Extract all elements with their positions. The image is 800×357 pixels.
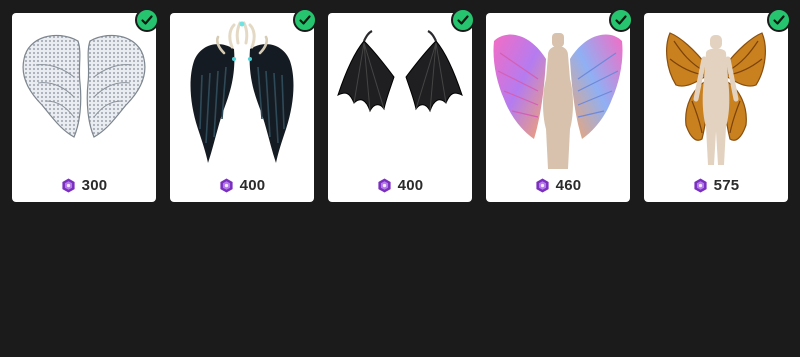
- checkmark-icon: [615, 15, 627, 25]
- price-tag: 575: [644, 177, 788, 194]
- price-value: 575: [713, 177, 740, 194]
- gem-currency-icon: [536, 178, 549, 193]
- item-card-rainbow-wings[interactable]: 460: [486, 8, 633, 202]
- item-grid: 300 400 400 460 575: [12, 8, 791, 202]
- item-card-angel-wings[interactable]: 300: [12, 8, 159, 202]
- owned-check-badge: [451, 8, 475, 32]
- wing-store-screen: 300 400 400 460 575: [0, 0, 800, 357]
- gem-currency-icon: [378, 178, 391, 193]
- price-tag: 460: [486, 177, 630, 194]
- checkmark-icon: [457, 15, 469, 25]
- price-value: 400: [397, 177, 424, 194]
- gem-currency-icon: [694, 178, 707, 193]
- price-tag: 400: [328, 177, 472, 194]
- item-card-dark-feather-wings[interactable]: 400: [170, 8, 317, 202]
- bat-wings-icon: [337, 30, 463, 113]
- price-tag: 300: [12, 177, 156, 194]
- item-card-bat-wings[interactable]: 400: [328, 8, 475, 202]
- dark-feather-wings-icon: [190, 21, 294, 163]
- gem-currency-icon: [62, 178, 75, 193]
- checkmark-icon: [141, 15, 153, 25]
- owned-check-badge: [609, 8, 633, 32]
- item-card-butterfly-wings[interactable]: 575: [644, 8, 791, 202]
- angel-wings-icon: [22, 34, 146, 138]
- gem-currency-icon: [220, 178, 233, 193]
- checkmark-icon: [299, 15, 311, 25]
- owned-check-badge: [767, 8, 791, 32]
- butterfly-wings-icon: [666, 32, 766, 165]
- price-value: 400: [239, 177, 266, 194]
- owned-check-badge: [135, 8, 159, 32]
- price-value: 300: [81, 177, 108, 194]
- price-tag: 400: [170, 177, 314, 194]
- price-value: 460: [555, 177, 582, 194]
- checkmark-icon: [773, 15, 785, 25]
- rainbow-wings-icon: [493, 33, 623, 169]
- owned-check-badge: [293, 8, 317, 32]
